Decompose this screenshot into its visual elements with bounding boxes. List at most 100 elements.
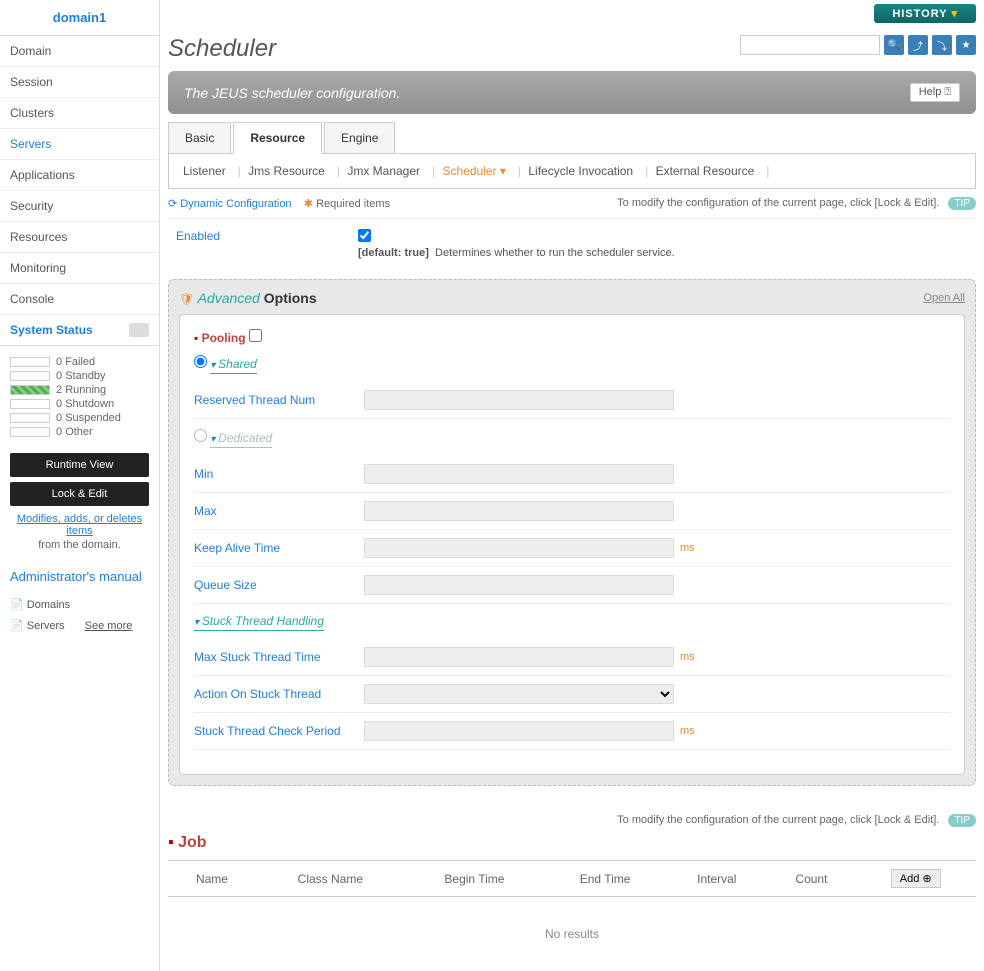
search-bar: 🔍 ⤴ ⤵ ★ [740,35,976,55]
tab-resource[interactable]: Resource [233,122,322,154]
runtime-view-button[interactable]: Runtime View [10,453,149,477]
main-content: HISTORY Scheduler 🔍 ⤴ ⤵ ★ The JEUS sched… [160,0,984,971]
queue-size-row: Queue Size [194,567,950,604]
subtitle-text: The JEUS scheduler configuration. [184,85,400,101]
max-label: Max [194,504,364,518]
add-job-button[interactable]: Add ⊕ [891,869,941,888]
system-status-header: System Status [0,315,159,346]
help-button[interactable]: Help ⍰ [910,83,960,102]
dedicated-label[interactable]: Dedicated [210,431,272,448]
max-stuck-label: Max Stuck Thread Time [194,650,364,664]
advanced-header: Advanced Options Open All [179,290,965,306]
reserved-thread-input[interactable] [364,390,674,410]
action-stuck-select[interactable] [364,684,674,704]
reserved-thread-label: Reserved Thread Num [194,393,364,407]
min-row: Min [194,456,950,493]
job-tip-badge[interactable]: TIP [948,814,976,827]
col-interval: Interval [666,861,767,897]
tabs: Basic Resource Engine [168,122,976,154]
status-monitor-icon [129,323,149,337]
min-label: Min [194,467,364,481]
advanced-section: Advanced Options Open All Pooling Shared… [168,279,976,786]
lock-edit-button[interactable]: Lock & Edit [10,482,149,506]
queue-size-input[interactable] [364,575,674,595]
page-title: Scheduler [168,35,276,63]
subtabs: Listener| Jms Resource| Jmx Manager| Sch… [168,154,976,189]
enabled-default: [default: true] Determines whether to ru… [358,247,675,259]
max-stuck-unit: ms [680,651,695,663]
status-standby: 0 Standby [10,370,149,382]
status-running: 2 Running [10,384,149,396]
favorite-icon[interactable]: ★ [956,35,976,55]
manual-domains[interactable]: Domains [0,594,159,615]
check-period-input[interactable] [364,721,674,741]
system-status-label: System Status [10,323,93,337]
stuck-section: Stuck Thread Handling Max Stuck Thread T… [194,614,950,750]
nav-console[interactable]: Console [0,284,159,315]
subtab-jms[interactable]: Jms Resource [248,164,325,178]
shared-radio[interactable] [194,355,207,368]
tip-badge[interactable]: TIP [948,197,976,210]
max-stuck-row: Max Stuck Thread Time ms [194,639,950,676]
keep-alive-input[interactable] [364,538,674,558]
tab-engine[interactable]: Engine [324,122,395,153]
tab-basic[interactable]: Basic [168,122,231,153]
dedicated-section: Dedicated Min Max Keep Alive Time ms [194,429,950,604]
min-input[interactable] [364,464,674,484]
see-more-link[interactable]: See more [85,620,133,632]
max-input[interactable] [364,501,674,521]
dynamic-config-label: Dynamic Configuration [168,198,292,210]
search-input[interactable] [740,35,880,55]
xml-icon[interactable]: ⤵ [932,35,952,55]
subtab-lifecycle[interactable]: Lifecycle Invocation [528,164,633,178]
nav-domain[interactable]: Domain [0,36,159,67]
advanced-title: Advanced Options [179,290,317,306]
job-title: Job [168,834,976,852]
job-section: To modify the configuration of the curre… [168,806,976,971]
status-suspended: 0 Suspended [10,412,149,424]
shared-section: Shared Reserved Thread Num [194,355,950,419]
modify-link[interactable]: Modifies, adds, or deletes items [0,511,159,539]
from-domain-text: from the domain. [0,539,159,559]
subtab-jmx[interactable]: Jmx Manager [347,164,420,178]
max-row: Max [194,493,950,530]
status-other: 0 Other [10,426,149,438]
nav-applications[interactable]: Applications [0,160,159,191]
nav-servers[interactable]: Servers [0,129,159,160]
history-button[interactable]: HISTORY [874,4,976,23]
open-all-link[interactable]: Open All [923,292,965,304]
subtab-listener[interactable]: Listener [183,164,226,178]
nav-session[interactable]: Session [0,67,159,98]
shared-label[interactable]: Shared [210,357,257,374]
nav-clusters[interactable]: Clusters [0,98,159,129]
action-stuck-label: Action On Stuck Thread [194,687,364,701]
status-shutdown: 0 Shutdown [10,398,149,410]
search-icon[interactable]: 🔍 [884,35,904,55]
nav-security[interactable]: Security [0,191,159,222]
config-bar: Dynamic Configuration Required items To … [168,189,976,218]
export-icon[interactable]: ⤴ [908,35,928,55]
domain-title: domain1 [0,0,159,36]
dedicated-radio[interactable] [194,429,207,442]
max-stuck-input[interactable] [364,647,674,667]
pooling-checkbox[interactable] [249,329,262,342]
check-period-label: Stuck Thread Check Period [194,724,364,738]
stuck-label[interactable]: Stuck Thread Handling [194,614,324,631]
subtab-scheduler[interactable]: Scheduler ▾ [443,164,506,178]
keep-alive-label: Keep Alive Time [194,541,364,555]
enabled-checkbox[interactable] [358,229,371,242]
check-period-row: Stuck Thread Check Period ms [194,713,950,750]
status-list: 0 Failed 0 Standby 2 Running 0 Shutdown … [0,346,159,448]
nav-resources[interactable]: Resources [0,222,159,253]
nav-monitoring[interactable]: Monitoring [0,253,159,284]
page-header: Scheduler 🔍 ⤴ ⤵ ★ [168,35,976,63]
subtab-external[interactable]: External Resource [656,164,755,178]
lock-edit-notice: To modify the configuration of the curre… [617,197,939,209]
manual-servers[interactable]: ServersSee more [0,615,159,636]
col-end: End Time [544,861,666,897]
keep-alive-row: Keep Alive Time ms [194,530,950,567]
no-results: No results [168,897,976,971]
top-bar: HISTORY [168,0,976,27]
pooling-title: Pooling [194,329,950,345]
manual-title: Administrator's manual [0,559,159,594]
